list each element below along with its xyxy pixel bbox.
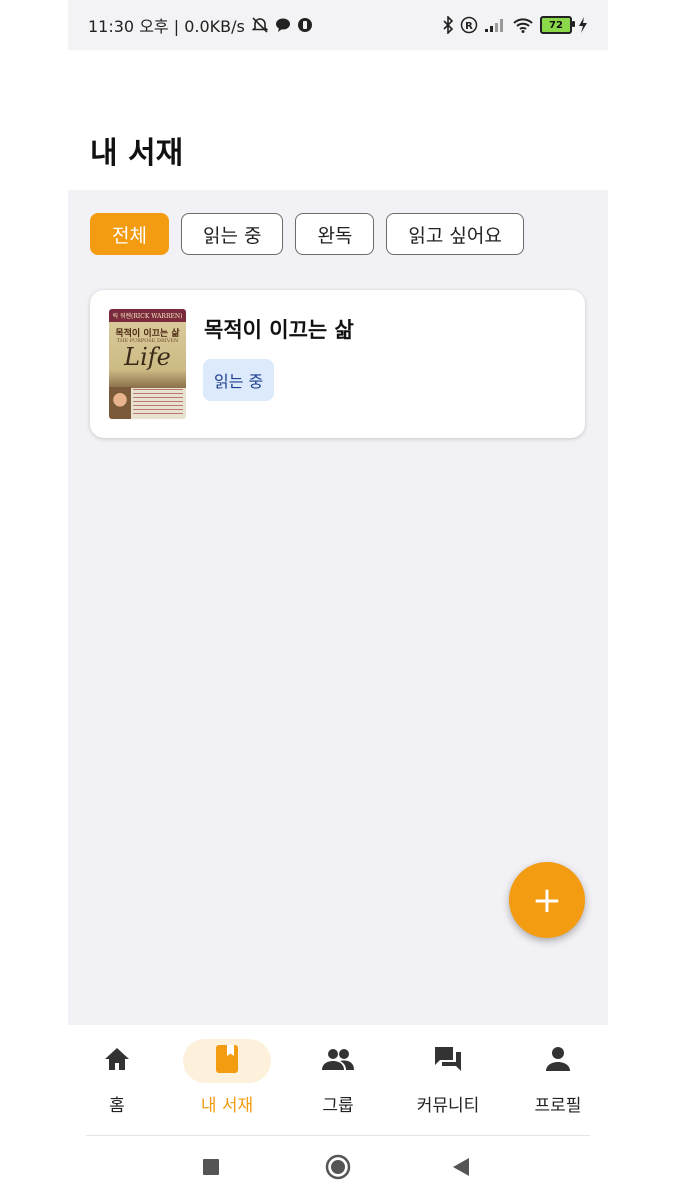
status-left: 11:30 오후 | 0.0KB/s <box>88 13 313 37</box>
bluetooth-icon <box>442 16 454 34</box>
nav-label-library: 내 서재 <box>200 1096 254 1116</box>
reading-status-badge: 읽는 중 <box>203 359 275 401</box>
battery-icon: 72 <box>540 16 575 34</box>
status-time: 11:30 오후 | 0.0KB/s <box>88 17 245 36</box>
forum-icon <box>433 1045 463 1077</box>
mute-icon <box>251 16 269 34</box>
nav-label-community: 커뮤니티 <box>416 1096 480 1116</box>
recent-apps-icon[interactable] <box>202 1158 220 1180</box>
nav-item-groups[interactable]: 그룹 <box>283 1039 393 1119</box>
nav-item-home[interactable]: 홈 <box>62 1039 172 1119</box>
wifi-icon <box>512 17 534 33</box>
group-icon <box>322 1048 354 1074</box>
filter-chip-finished[interactable]: 완독 <box>295 213 375 255</box>
phone-screen: 11:30 오후 | 0.0KB/s R 72 내 서재 전체 읽는 중 완독 … <box>68 0 608 1200</box>
nav-item-library[interactable]: 내 서재 <box>172 1039 282 1119</box>
status-bar: 11:30 오후 | 0.0KB/s R 72 <box>68 0 608 50</box>
status-right: R 72 <box>442 16 588 34</box>
registered-icon: R <box>460 16 478 34</box>
home-circle-icon[interactable] <box>325 1154 351 1184</box>
app-notification-icon <box>297 17 313 33</box>
book-title: 목적이 이끄는 삶 <box>204 318 354 342</box>
cover-word: Life <box>124 343 171 371</box>
home-icon <box>103 1046 131 1076</box>
filter-chip-reading[interactable]: 읽는 중 <box>180 213 284 255</box>
nav-label-groups: 그룹 <box>322 1096 354 1116</box>
cover-blurb-text <box>133 389 183 415</box>
author-photo <box>109 387 131 419</box>
svg-text:R: R <box>465 21 473 32</box>
bottom-navigation: 홈 내 서재 그룹 커뮤니티 프로필 <box>68 1025 608 1135</box>
nav-label-profile: 프로필 <box>534 1096 582 1116</box>
page-title: 내 서재 <box>90 136 184 171</box>
chat-bubble-icon <box>275 17 291 33</box>
plus-icon: + <box>531 879 563 921</box>
cover-author-line: 릭 워렌(RICK WARREN) <box>112 313 183 320</box>
nav-item-community[interactable]: 커뮤니티 <box>393 1039 503 1119</box>
nav-item-profile[interactable]: 프로필 <box>503 1039 613 1119</box>
add-book-button[interactable]: + <box>509 862 585 938</box>
back-triangle-icon[interactable] <box>452 1157 470 1181</box>
system-navigation-bar <box>68 1136 608 1200</box>
app-header: 내 서재 <box>68 50 608 190</box>
book-card[interactable]: 릭 워렌(RICK WARREN) 목적이 이끄는 삶 THE PURPOSE … <box>90 290 585 438</box>
nav-label-home: 홈 <box>109 1096 125 1116</box>
book-cover-image: 릭 워렌(RICK WARREN) 목적이 이끄는 삶 THE PURPOSE … <box>109 309 186 419</box>
signal-icon <box>484 17 506 33</box>
filter-chip-all[interactable]: 전체 <box>90 213 169 255</box>
person-icon <box>545 1046 571 1076</box>
charging-icon <box>578 17 588 33</box>
book-icon <box>215 1044 239 1078</box>
filter-chip-row: 전체 읽는 중 완독 읽고 싶어요 <box>90 213 524 255</box>
filter-chip-want-to-read[interactable]: 읽고 싶어요 <box>386 213 524 255</box>
